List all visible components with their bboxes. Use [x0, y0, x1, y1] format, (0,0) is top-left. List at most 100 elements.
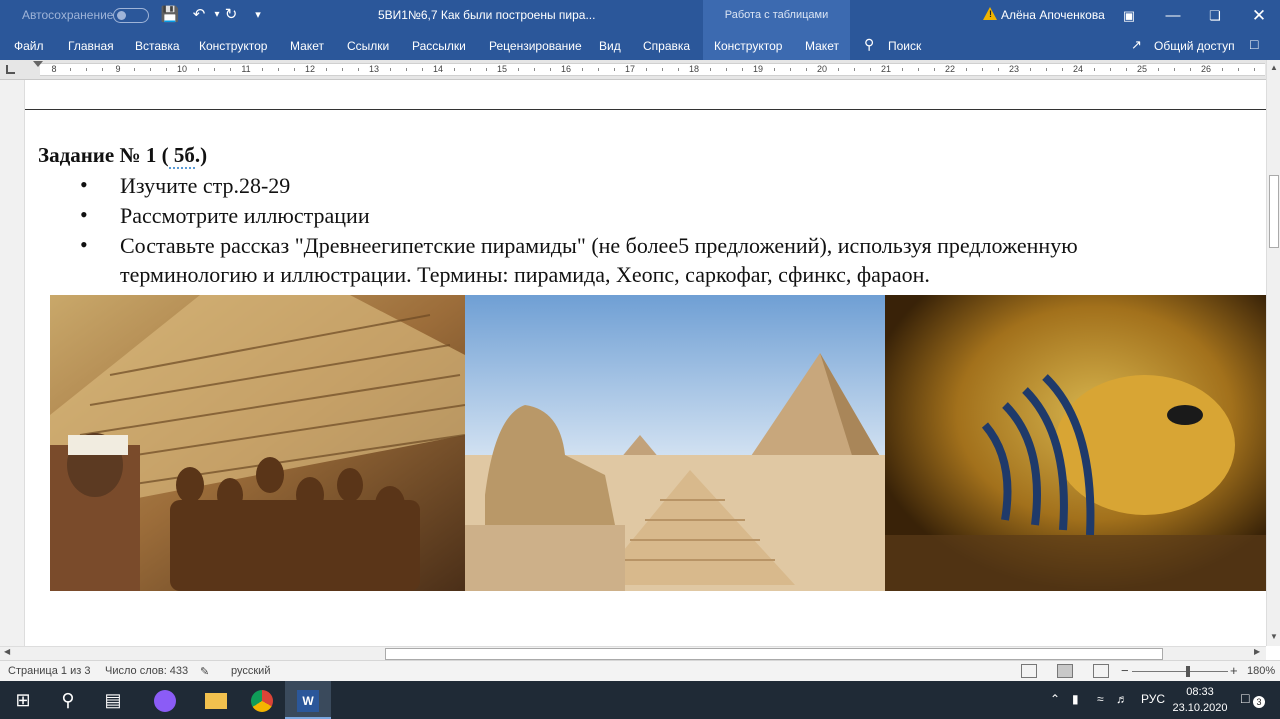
ruler-tick	[1030, 68, 1031, 71]
ruler-tick	[806, 68, 807, 71]
ruler-number: 13	[368, 64, 379, 74]
image-golden-mask[interactable]	[885, 295, 1266, 591]
ruler-tick	[1046, 68, 1047, 71]
system-clock[interactable]: 08:33 23.10.2020	[1170, 684, 1230, 716]
print-layout-icon[interactable]	[1057, 664, 1073, 678]
ruler-tick	[1254, 68, 1255, 71]
bullet-marker: •	[80, 232, 88, 257]
notifications-icon[interactable]: □	[1241, 690, 1249, 706]
minimize-icon[interactable]: —	[1150, 0, 1196, 31]
ruler-number: 15	[496, 64, 507, 74]
search-icon[interactable]: ⚲	[864, 36, 874, 53]
ruler-number: 11	[241, 64, 251, 74]
tab-mailings[interactable]: Рассылки	[412, 39, 466, 53]
word-app-icon[interactable]: W	[285, 681, 331, 719]
comments-icon[interactable]: □	[1250, 36, 1258, 52]
zoom-slider[interactable]	[1132, 671, 1228, 672]
task-view-icon[interactable]: ▤	[90, 681, 136, 719]
start-windows-icon[interactable]: ⊞	[0, 681, 46, 719]
tab-review[interactable]: Рецензирование	[489, 39, 582, 53]
horizontal-scrollbar[interactable]: ◀ ▶	[0, 646, 1266, 660]
autosave-toggle[interactable]	[113, 8, 149, 23]
scroll-left-icon[interactable]: ◀	[4, 647, 10, 656]
vertical-scroll-thumb[interactable]	[1269, 175, 1279, 248]
search-label[interactable]: Поиск	[888, 39, 921, 53]
vertical-scrollbar[interactable]: ▲ ▼	[1266, 60, 1280, 646]
wifi-icon[interactable]: ≈	[1097, 692, 1104, 706]
scroll-down-icon[interactable]: ▼	[1270, 632, 1278, 641]
tab-insert[interactable]: Вставка	[135, 39, 180, 53]
ruler-tick	[358, 68, 359, 71]
ruler-tick	[262, 68, 263, 71]
tab-view[interactable]: Вид	[599, 39, 621, 53]
ruler-number: 14	[432, 64, 443, 74]
ruler-number: 18	[688, 64, 699, 74]
redo-icon[interactable]: ↻	[220, 5, 242, 25]
pyramid-builders-illustration	[50, 295, 465, 591]
ruler-tick	[1094, 68, 1095, 71]
restore-icon[interactable]: ❏	[1192, 0, 1238, 31]
close-icon[interactable]: ✕	[1236, 0, 1280, 31]
tab-table-layout[interactable]: Макет	[805, 39, 839, 53]
share-button[interactable]: Общий доступ	[1154, 39, 1235, 53]
document-canvas[interactable]: Задание № 1 ( 5б.) • Изучите стр.28-29 •…	[0, 80, 1266, 646]
search-icon[interactable]: ⚲	[45, 681, 91, 719]
zoom-slider-thumb[interactable]	[1186, 666, 1190, 677]
tab-help[interactable]: Справка	[643, 39, 690, 53]
horizontal-ruler[interactable]: 8 9 10 11 12 13 14 15 16 17 18 19 20 21 22 23 24 25 26	[0, 60, 1280, 80]
save-icon[interactable]: 💾	[159, 5, 181, 25]
customize-qat-icon[interactable]: ▾	[247, 5, 269, 25]
ruler-tick	[342, 68, 343, 71]
tab-home[interactable]: Главная	[68, 39, 114, 53]
ruler-number: 9	[115, 64, 121, 74]
ruler-tick	[102, 68, 103, 71]
tab-references[interactable]: Ссылки	[347, 39, 389, 53]
ruler-tick	[1190, 68, 1191, 71]
ribbon-tabs: Файл Главная Вставка Конструктор Макет С…	[0, 31, 1280, 60]
volume-icon[interactable]: ♬	[1116, 692, 1128, 706]
proofing-icon[interactable]: ✎	[200, 665, 209, 678]
ruler-tick	[998, 68, 999, 71]
file-explorer-icon[interactable]	[193, 681, 239, 719]
tab-design[interactable]: Конструктор	[199, 39, 267, 53]
clock-date: 23.10.2020	[1172, 702, 1228, 714]
indent-marker-icon[interactable]	[33, 61, 43, 67]
word-count[interactable]: Число слов: 433	[105, 665, 188, 677]
ruler-number: 21	[880, 64, 891, 74]
zoom-in-icon[interactable]: +	[1230, 663, 1238, 678]
language-indicator[interactable]: русский	[231, 665, 270, 677]
ruler-tick	[710, 68, 711, 71]
ruler-tick	[422, 68, 423, 71]
image-sphinx-pyramids[interactable]	[465, 295, 885, 591]
user-name[interactable]: Алёна Апоченкова	[1001, 8, 1105, 22]
zoom-level[interactable]: 180%	[1247, 665, 1275, 677]
horizontal-scroll-thumb[interactable]	[385, 648, 1163, 660]
input-language[interactable]: РУС	[1141, 692, 1165, 706]
ruler-number: 26	[1200, 64, 1211, 74]
show-hidden-icons-icon[interactable]: ⌃	[1050, 692, 1060, 706]
tab-layout[interactable]: Макет	[290, 39, 324, 53]
tab-table-design[interactable]: Конструктор	[714, 39, 782, 53]
page-count[interactable]: Страница 1 из 3	[8, 665, 90, 677]
tab-selector-icon[interactable]	[6, 65, 15, 74]
scroll-right-icon[interactable]: ▶	[1254, 647, 1260, 656]
zoom-out-icon[interactable]: −	[1121, 663, 1129, 678]
scroll-up-icon[interactable]: ▲	[1270, 63, 1278, 72]
ribbon-display-options-icon[interactable]: ▣	[1106, 0, 1152, 31]
ruler-tick	[582, 68, 583, 71]
chrome-icon[interactable]	[239, 681, 285, 719]
ruler-tick	[1062, 68, 1063, 71]
alice-assistant-icon[interactable]	[142, 681, 188, 719]
image-pyramid-builders[interactable]	[50, 295, 465, 591]
battery-icon[interactable]: ▮	[1072, 692, 1079, 706]
read-mode-icon[interactable]	[1021, 664, 1037, 678]
bullet-item-3-continuation: терминологию и иллюстрации. Термины: пир…	[120, 262, 930, 287]
web-layout-icon[interactable]	[1093, 664, 1109, 678]
golden-mask-photo	[885, 295, 1266, 591]
ruler-tick	[774, 68, 775, 71]
ruler-tick	[790, 68, 791, 71]
ruler-number: 12	[304, 64, 315, 74]
ruler-tick	[470, 68, 471, 71]
share-icon[interactable]: ↗	[1131, 37, 1142, 53]
tab-file[interactable]: Файл	[14, 39, 44, 53]
